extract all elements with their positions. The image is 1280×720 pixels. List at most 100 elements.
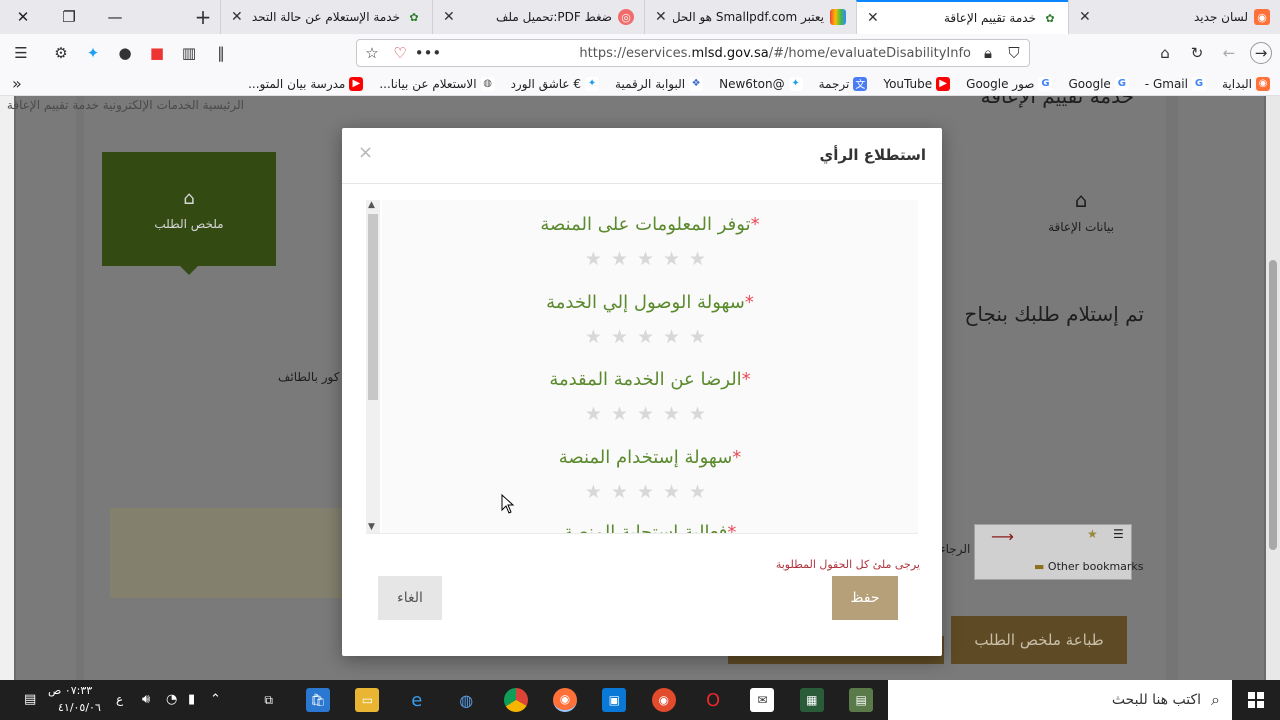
- page-frame-left: [76, 96, 84, 680]
- tab-compress-pdf[interactable]: ◎ ضغط PDF:تحميل ملف ✕: [432, 0, 644, 34]
- menu-icon[interactable]: ☰: [10, 42, 32, 64]
- home-icon[interactable]: ⌂: [1154, 42, 1176, 64]
- star-rating[interactable]: ★★★★★: [382, 481, 918, 503]
- tab-smallpdf[interactable]: يعتبر Smallpdf.com هو الحل ✕: [644, 0, 856, 34]
- survey-modal: استطلاع الرأي × ▲ ▼ *توفر المعلومات على …: [342, 128, 942, 656]
- bookmark-item[interactable]: ◍ الاستعلام عن بيانا...: [379, 76, 495, 91]
- bookmark-item[interactable]: G Google: [1068, 76, 1129, 91]
- opera-icon[interactable]: O: [701, 688, 725, 712]
- save-button[interactable]: حفظ: [832, 576, 898, 620]
- clock-time[interactable]: ٠٧:٣٣ ص: [48, 684, 92, 697]
- minimize-window-icon[interactable]: —: [92, 0, 138, 34]
- close-tab-icon[interactable]: ✕: [231, 9, 243, 25]
- scroll-down-icon[interactable]: ▼: [368, 522, 375, 532]
- star-rating[interactable]: ★★★★★: [382, 326, 918, 348]
- question-label: *توفر المعلومات على المنصة: [382, 214, 918, 235]
- firefox-icon[interactable]: ◉: [552, 688, 577, 712]
- url-text: https://eservices.mlsd.gov.sa/#/home/eva…: [579, 46, 971, 61]
- tab-title: خدمة الإستعلام عن حالة التحد: [251, 10, 400, 24]
- edge-icon[interactable]: e: [405, 688, 429, 712]
- survey-scrollbar[interactable]: ▲ ▼: [366, 200, 380, 533]
- chevron-up-icon[interactable]: ⌃: [210, 692, 221, 707]
- bookmarks-overflow-icon[interactable]: «: [12, 74, 22, 93]
- left-scrollbar[interactable]: [0, 96, 14, 680]
- banknote-icon[interactable]: ▤: [849, 688, 874, 712]
- shield-icon[interactable]: ⛉: [1003, 42, 1025, 64]
- bookmark-item[interactable]: ❖ البوابة الرقمية: [615, 76, 704, 91]
- account-icon[interactable]: ●: [114, 42, 136, 64]
- notifications-icon[interactable]: ▤: [24, 692, 36, 707]
- cancel-button[interactable]: الغاء: [378, 576, 442, 620]
- page-scrollbar[interactable]: [1266, 96, 1280, 680]
- bookmark-item[interactable]: ✦ @New6ton: [719, 76, 803, 91]
- bookmark-item[interactable]: ▶ YouTube: [883, 76, 951, 91]
- extension-icon[interactable]: ⚙: [50, 42, 72, 64]
- more-actions-icon[interactable]: •••: [415, 42, 442, 64]
- forward-icon[interactable]: ←: [1218, 42, 1240, 64]
- step-summary[interactable]: ⌂ ملخص الطلب: [102, 152, 276, 275]
- battery-icon[interactable]: ▮: [188, 692, 195, 707]
- bookmark-item[interactable]: ✦ € عاشق الورد: [511, 76, 600, 91]
- library-icon[interactable]: ‖: [210, 42, 232, 64]
- close-icon[interactable]: ×: [358, 142, 373, 163]
- close-tab-icon[interactable]: ✕: [867, 10, 879, 26]
- bookmark-item[interactable]: ▶ مدرسة بيان المتو...: [248, 76, 364, 91]
- store-icon[interactable]: 🛍︎: [306, 688, 331, 712]
- image-viewer-icon[interactable]: ▦: [799, 688, 824, 712]
- required-marker: *: [744, 292, 754, 313]
- question-label: *الرضا عن الخدمة المقدمة: [382, 369, 918, 390]
- scroll-up-icon[interactable]: ▲: [368, 200, 375, 210]
- taskbar-search[interactable]: ⌕ اكتب هنا للبحث: [888, 680, 1232, 720]
- bookmark-item[interactable]: ◉ البداية: [1222, 76, 1270, 91]
- new-tab-button[interactable]: +: [186, 0, 220, 34]
- clock-date[interactable]: ٤١/٠٥/٠٦: [58, 701, 101, 714]
- tab-status-inquiry[interactable]: ✿ خدمة الإستعلام عن حالة التحد ✕: [220, 0, 432, 34]
- url-prefix: https://eservices.: [579, 46, 692, 61]
- print-summary-button[interactable]: طباعة ملخص الطلب: [951, 616, 1127, 664]
- question-label: *سهولة الوصول إلي الخدمة: [382, 292, 918, 313]
- tab-title: ضغط PDF:تحميل ملف: [496, 10, 612, 24]
- validation-message: يرجى ملئ كل الحقول المطلوبة: [775, 558, 920, 571]
- close-tab-icon[interactable]: ✕: [443, 9, 455, 25]
- reload-icon[interactable]: ↻: [1186, 42, 1208, 64]
- mail-icon[interactable]: ✉: [750, 688, 775, 712]
- addon-icon[interactable]: ■: [146, 42, 168, 64]
- step-disability-info[interactable]: ⌂ بيانات الإعاقة: [1048, 188, 1114, 234]
- scroll-thumb[interactable]: [368, 214, 378, 400]
- close-tab-icon[interactable]: ✕: [655, 9, 667, 25]
- globe-icon[interactable]: ◍: [454, 688, 478, 712]
- star-rating[interactable]: ★★★★★: [382, 248, 918, 270]
- volume-icon[interactable]: 🔊︎: [142, 692, 150, 707]
- file-explorer-icon[interactable]: ▭: [355, 688, 380, 712]
- pocket-icon[interactable]: ♡: [389, 42, 411, 64]
- youtube-icon: ▶: [936, 76, 951, 91]
- cursor-arrow: [501, 493, 515, 514]
- bookmark-item[interactable]: G صور Google: [966, 76, 1053, 91]
- scroll-thumb[interactable]: [1269, 260, 1277, 550]
- bookmark-star-icon[interactable]: ☆: [361, 42, 383, 64]
- reader-view-icon[interactable]: ▥: [178, 42, 200, 64]
- back-icon[interactable]: →: [1250, 42, 1272, 64]
- twitter-icon[interactable]: ✦: [82, 42, 104, 64]
- address-bar[interactable]: ☆ ♡ ••• https://eservices.mlsd.gov.sa/#/…: [356, 39, 1030, 67]
- search-icon: ⌕: [1211, 690, 1220, 709]
- bookmark-item[interactable]: 文 ترجمة: [819, 76, 868, 91]
- browser-icon[interactable]: ◉: [651, 688, 676, 712]
- chrome-icon[interactable]: [503, 688, 528, 712]
- twitter-icon: ✦: [788, 76, 803, 91]
- wifi-icon[interactable]: ◔: [166, 692, 177, 707]
- close-window-icon[interactable]: ✕: [0, 0, 46, 34]
- tab-disability-evaluation[interactable]: ✿ خدمة تقييم الإعاقة ✕: [856, 0, 1068, 34]
- lock-icon[interactable]: 🔒︎: [977, 42, 999, 64]
- app-window-icon[interactable]: ▣: [602, 688, 627, 712]
- bookmark-item[interactable]: G Gmail -: [1145, 76, 1206, 91]
- restore-window-icon[interactable]: ❐: [46, 0, 92, 34]
- close-tab-icon[interactable]: ✕: [1079, 9, 1091, 25]
- tab-new-tab[interactable]: ◉ لسان جديد ✕: [1068, 0, 1280, 34]
- language-indicator[interactable]: ع: [116, 692, 123, 706]
- question-label: *فعالية إستجابة المنصة: [382, 522, 918, 533]
- task-view-icon[interactable]: ⧉: [257, 688, 281, 712]
- bookmark-label: YouTube: [883, 76, 933, 91]
- windows-start-button[interactable]: [1232, 680, 1280, 720]
- star-rating[interactable]: ★★★★★: [382, 403, 918, 425]
